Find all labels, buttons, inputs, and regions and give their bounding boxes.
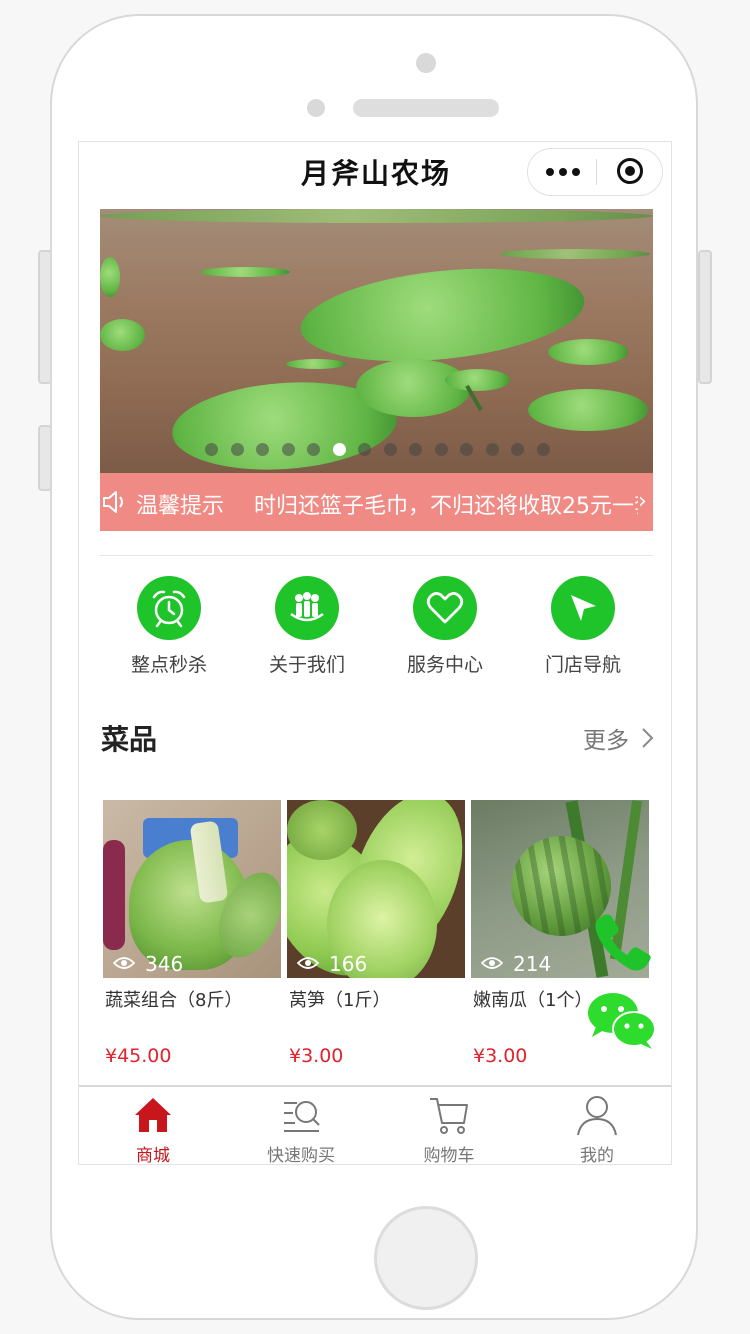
product-price: ¥3.00	[289, 1045, 344, 1067]
notice-text: 时归还篮子毛巾，不归还将收取25元一套	[254, 494, 653, 519]
menu-item-store-navigation[interactable]: 门店导航	[513, 576, 653, 676]
eye-icon	[481, 957, 503, 969]
earpiece-speaker	[353, 99, 499, 117]
product-price: ¥45.00	[105, 1045, 172, 1067]
section-title: 菜品	[101, 723, 158, 756]
carousel-dot[interactable]	[205, 443, 218, 456]
tab-mall[interactable]: 商城	[79, 1087, 227, 1165]
app-screen: 月斧山农场 温馨提示 时归还篮子毛巾，不归还将收取25元一套 › 整点秒杀 关于…	[78, 141, 672, 1165]
tab-label: 快速购买	[267, 1146, 335, 1165]
product-name: 莴笋（1斤）	[289, 990, 391, 1011]
banner-carousel[interactable]	[100, 209, 653, 473]
menu-item-label: 门店导航	[544, 654, 621, 676]
close-target-icon[interactable]	[617, 158, 643, 184]
menu-item-about-us[interactable]: 关于我们	[237, 576, 377, 676]
view-count-value: 166	[329, 952, 368, 976]
product-card[interactable]: 166 莴笋（1斤） ¥3.00	[287, 800, 465, 1090]
menu-item-label: 整点秒杀	[130, 654, 207, 676]
front-camera	[416, 53, 436, 73]
eye-icon	[297, 957, 319, 969]
menu-item-label: 服务中心	[406, 654, 483, 676]
user-icon	[577, 1096, 617, 1136]
lotus-leaf	[100, 257, 120, 297]
more-menu-icon[interactable]	[546, 166, 580, 178]
lotus-leaf	[296, 256, 589, 374]
carousel-dot[interactable]	[332, 443, 346, 456]
chevron-right-icon[interactable]	[637, 726, 657, 750]
chevron-right-icon: ›	[638, 489, 653, 515]
carousel-dot[interactable]	[536, 443, 550, 456]
capsule-divider	[596, 159, 597, 185]
phone-call-icon[interactable]	[590, 912, 654, 976]
lotus-leaf	[548, 339, 628, 365]
home-icon	[135, 1098, 171, 1132]
lotus-leaf	[528, 389, 648, 431]
divider	[100, 555, 653, 556]
tab-label: 商城	[136, 1146, 170, 1165]
notice-bar[interactable]: 温馨提示 时归还篮子毛巾，不归还将收取25元一套 ›	[100, 473, 653, 531]
product-name: 蔬菜组合（8斤）	[105, 990, 243, 1011]
notice-label: 温馨提示	[136, 494, 225, 519]
more-link[interactable]: 更多	[583, 721, 629, 755]
alarm-clock-icon	[137, 576, 201, 640]
carousel-dot[interactable]	[358, 443, 371, 456]
tab-cart[interactable]: 购物车	[375, 1087, 523, 1165]
navigation-bar: 月斧山农场	[79, 142, 671, 202]
lotus-leaf	[100, 319, 145, 351]
carousel-dot[interactable]	[460, 443, 473, 456]
product-card[interactable]: 346 蔬菜组合（8斤） ¥45.00	[103, 800, 281, 1090]
lotus-leaf	[200, 267, 290, 277]
menu-item-service-center[interactable]: 服务中心	[375, 576, 515, 676]
lotus-leaf	[286, 359, 346, 369]
heart-icon	[413, 576, 477, 640]
product-price: ¥3.00	[473, 1045, 528, 1067]
carousel-dot[interactable]	[511, 443, 524, 456]
tab-label: 购物车	[423, 1146, 475, 1165]
tab-label: 我的	[580, 1146, 614, 1165]
lotus-leaf	[500, 249, 650, 259]
menu-item-flash-sale[interactable]: 整点秒杀	[99, 576, 239, 676]
mini-program-capsule	[527, 148, 663, 196]
wechat-icon[interactable]	[586, 991, 656, 1051]
speaker-icon	[103, 491, 123, 513]
product-image: 346	[103, 800, 281, 978]
phone-side-button	[698, 250, 712, 384]
lotus-leaf	[445, 369, 510, 391]
purple-vegetable	[103, 840, 125, 950]
tab-bar: 商城 快速购买 购物车 我的	[79, 1085, 671, 1165]
carousel-dot[interactable]	[281, 443, 295, 456]
people-group-icon	[275, 576, 339, 640]
product-image: 166	[287, 800, 465, 978]
carousel-dot[interactable]	[485, 443, 499, 456]
carousel-dot[interactable]	[230, 443, 244, 456]
navigation-arrow-icon	[551, 576, 615, 640]
view-count-value: 214	[513, 952, 552, 976]
carousel-dot[interactable]	[383, 443, 397, 456]
carousel-dot[interactable]	[409, 443, 422, 456]
lettuce-leaf	[287, 800, 357, 860]
lotus-leaf	[100, 209, 653, 223]
proximity-sensor	[307, 99, 325, 117]
cart-icon	[430, 1098, 468, 1134]
tab-profile[interactable]: 我的	[523, 1087, 671, 1165]
carousel-dot[interactable]	[256, 443, 269, 456]
view-count-value: 346	[145, 952, 184, 976]
eye-icon	[113, 957, 135, 969]
carousel-dot[interactable]	[307, 443, 320, 456]
menu-item-label: 关于我们	[268, 654, 345, 676]
home-button[interactable]	[374, 1206, 478, 1310]
lotus-leaf	[356, 359, 471, 417]
product-name: 嫩南瓜（1个）	[473, 990, 593, 1011]
tab-quick-buy[interactable]: 快速购买	[227, 1087, 375, 1165]
carousel-dot[interactable]	[434, 443, 448, 456]
quick-search-icon	[284, 1101, 320, 1132]
